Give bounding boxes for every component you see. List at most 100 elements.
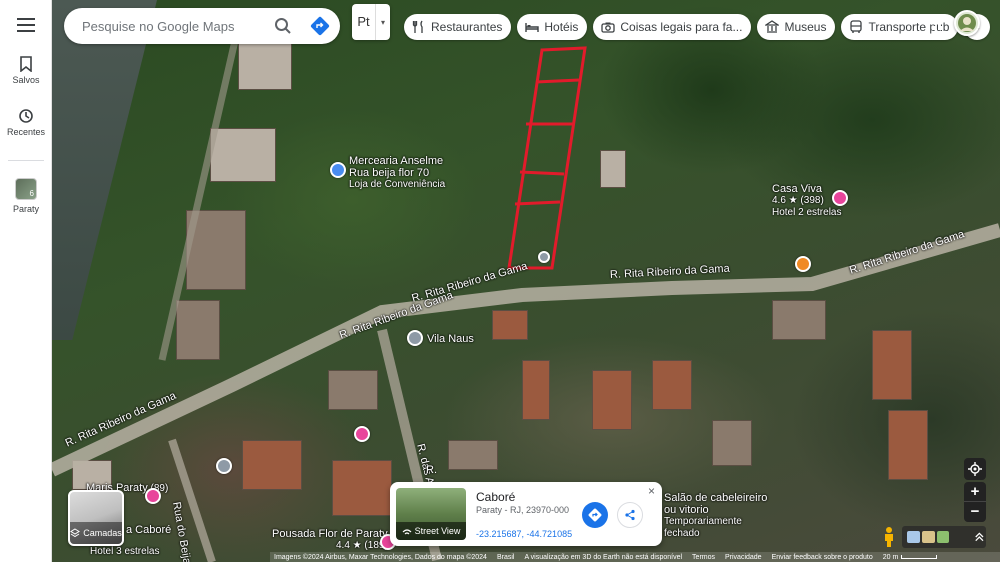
poi-mercearia[interactable]: Mercearia Anselme Rua beija flor 70 Loja… — [349, 155, 445, 191]
poi-status: Temporariamente — [664, 516, 742, 527]
rail-item-recent[interactable]: Recentes — [0, 108, 52, 137]
crosshair-icon — [968, 462, 982, 476]
poi-cabore-hotel[interactable]: a Caboré — [126, 524, 171, 536]
terms-link[interactable]: Termos — [692, 554, 715, 561]
3d-notice: A visualização em 3D do Earth não está d… — [524, 553, 683, 561]
landmark-pin[interactable] — [538, 251, 550, 263]
poi-salao[interactable]: Salão de cabeleireiro ou vitorio Tempora… — [664, 492, 767, 540]
map-footer: Imagens ©2024 Airbus, Maxar Technologies… — [270, 552, 1000, 562]
poi-category: Loja de Conveniência — [349, 179, 446, 190]
directions-button[interactable] — [582, 502, 608, 528]
layers-label: Camadas — [83, 528, 122, 538]
place-pin[interactable] — [216, 458, 232, 474]
street-view-icon — [402, 529, 411, 535]
poi-name: Mercearia Anselme — [349, 155, 444, 167]
left-rail: Salvos Recentes 6 Paraty — [0, 0, 52, 562]
chip-hotels[interactable]: Hotéis — [517, 14, 588, 40]
street-view-bar: Street View — [396, 522, 466, 540]
share-icon — [625, 509, 635, 521]
hotel-pin[interactable] — [145, 488, 161, 504]
chip-things-to-do[interactable]: Coisas legais para fa... — [593, 14, 752, 40]
poi-cabore-hotel-category: Hotel 3 estrelas — [90, 546, 159, 558]
place-info-card: Street View Caboré Paraty - RJ, 23970-00… — [390, 482, 662, 546]
directions-icon[interactable] — [310, 16, 330, 36]
layers-icon — [70, 528, 81, 538]
recent-place-label: Paraty — [12, 204, 39, 214]
restaurant-pin[interactable] — [795, 256, 811, 272]
feedback-link[interactable]: Enviar feedback sobre o produto — [772, 554, 873, 561]
language-label: Pt — [352, 4, 376, 40]
poi-name: Salão de cabeleireiro — [664, 492, 768, 504]
street-view-thumbnail[interactable]: Street View — [396, 488, 466, 540]
place-title: Caboré — [476, 490, 516, 504]
my-location-button[interactable] — [964, 458, 986, 480]
poi-status: fechado — [664, 528, 700, 539]
layers-button[interactable]: Camadas — [68, 490, 124, 546]
chip-label: Restaurantes — [431, 20, 503, 34]
poi-name: Pousada Flor de Paraty — [272, 528, 388, 540]
recent-place-thumbnail: 6 — [15, 178, 37, 200]
rail-divider — [8, 160, 44, 161]
search-box — [64, 8, 340, 44]
language-button[interactable]: Pt ▾ — [352, 4, 390, 40]
chip-museums[interactable]: Museus — [757, 14, 836, 40]
avatar[interactable] — [954, 10, 980, 36]
layer-thumb-map[interactable] — [907, 531, 920, 543]
rail-saved-label: Salvos — [12, 75, 40, 85]
poi-line: Rua beija flor 70 — [349, 167, 430, 179]
close-card-button[interactable]: × — [648, 484, 655, 498]
hotel-pin[interactable] — [354, 426, 370, 442]
search-icon[interactable] — [274, 17, 292, 35]
history-icon — [19, 109, 33, 123]
category-chips: Restaurantes Hotéis Coisas legais para f… — [404, 14, 991, 40]
layers-label-bar: Camadas — [70, 522, 122, 544]
poi-vila-naus[interactable]: Vila Naus — [427, 333, 474, 345]
menu-icon[interactable] — [17, 18, 35, 32]
camera-icon — [601, 22, 616, 33]
pegman-icon[interactable] — [880, 526, 898, 548]
search-input[interactable] — [82, 18, 272, 34]
rail-item-saved[interactable]: Salvos — [0, 56, 52, 85]
fork-knife-icon — [412, 20, 423, 33]
directions-icon — [588, 508, 602, 522]
bed-icon — [525, 23, 540, 32]
share-button[interactable] — [617, 502, 643, 528]
chevron-up-icon[interactable] — [973, 531, 986, 543]
poi-name: a Caboré — [126, 524, 172, 536]
road-label: R. — [426, 464, 437, 476]
privacy-link[interactable]: Privacidade — [725, 554, 762, 561]
scale-bar[interactable]: 20 m — [883, 554, 938, 561]
chip-label: Museus — [784, 20, 827, 34]
museum-icon — [765, 20, 780, 33]
place-coordinates[interactable]: -23.215687, -44.721085 — [476, 529, 572, 539]
recent-place-badge: 6 — [29, 189, 34, 198]
chip-restaurants[interactable]: Restaurantes — [404, 14, 512, 40]
poi-line: ou vitorio — [664, 504, 709, 516]
apps-grid-icon[interactable] — [926, 14, 942, 30]
country-link[interactable]: Brasil — [497, 554, 515, 561]
place-address: Paraty - RJ, 23970-000 — [476, 505, 570, 515]
property-boundary — [507, 46, 587, 270]
layer-thumb-terrain[interactable] — [921, 531, 935, 543]
poi-casa-viva[interactable]: Casa Viva 4.6 ★ (398) Hotel 2 estrelas — [772, 183, 841, 219]
rail-recent-label: Recentes — [6, 127, 46, 137]
poi-rating: 4.4 ★ (189) — [336, 540, 388, 551]
store-pin[interactable] — [330, 162, 346, 178]
scale-label: 20 m — [882, 553, 899, 561]
scale-line — [901, 555, 938, 559]
zoom-out-button[interactable]: − — [964, 502, 986, 522]
chip-label: Hotéis — [544, 20, 579, 34]
zoom-in-button[interactable]: + — [964, 482, 986, 502]
place-pin[interactable] — [407, 330, 423, 346]
zoom-control: + − — [964, 482, 986, 522]
satellite-map[interactable] — [52, 0, 1000, 562]
layer-thumbnails[interactable] — [902, 526, 986, 548]
bus-icon — [850, 20, 863, 33]
poi-name: Vila Naus — [427, 333, 474, 345]
chevron-down-icon: ▾ — [380, 17, 385, 27]
rail-item-recent-place[interactable]: 6 Paraty — [0, 178, 52, 214]
street-view-label: Street View — [414, 526, 461, 536]
poi-name: Casa Viva — [772, 183, 822, 195]
layer-thumb-traffic[interactable] — [936, 531, 950, 543]
poi-pousada[interactable]: Pousada Flor de Paraty 4.4 ★ (189) — [272, 528, 388, 552]
